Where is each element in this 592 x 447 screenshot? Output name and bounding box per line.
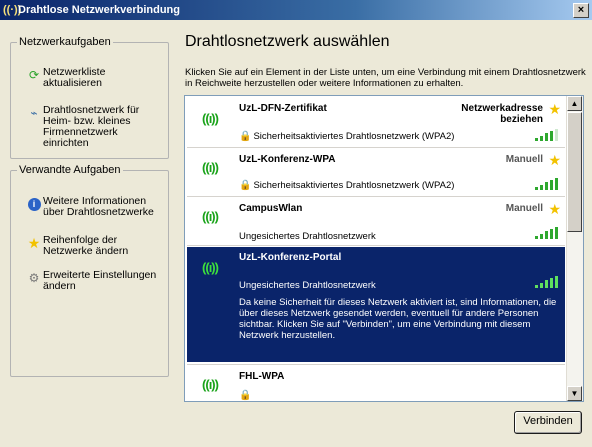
network-security: Sicherheitsaktiviertes Drahtlosnetzwerk … bbox=[253, 180, 455, 191]
close-button[interactable]: × bbox=[573, 3, 589, 18]
lock-icon: 🔒 bbox=[239, 390, 252, 401]
more-info-link[interactable]: i Weitere Informationen über Drahtlosnet… bbox=[25, 196, 165, 218]
scroll-down-button[interactable]: ▼ bbox=[567, 386, 582, 401]
star-icon: ★ bbox=[548, 101, 561, 117]
wireless-antenna-icon: ((ı)) bbox=[202, 160, 219, 175]
wireless-antenna-icon: ((ı)) bbox=[202, 260, 219, 275]
network-security-row: 🔒 Sicherheitsaktiviertes Drahtlosnetzwerk… bbox=[239, 180, 454, 191]
related-tasks-group: Verwandte Aufgaben i Weitere Information… bbox=[10, 163, 169, 377]
network-name: UzL-Konferenz-WPA bbox=[239, 154, 336, 165]
setup-wireless-network-link[interactable]: ⌁ Drahtlosnetzwerk für Heim- bzw. kleine… bbox=[25, 105, 165, 149]
change-order-link[interactable]: ★ Reihenfolge der Netzwerke ändern bbox=[25, 235, 165, 257]
window-title: Drahtlose Netzwerkverbindung bbox=[18, 4, 180, 16]
more-info-label: Weitere Informationen über Drahtlosnetzw… bbox=[43, 195, 154, 218]
network-security: Ungesichertes Drahtlosnetzwerk bbox=[239, 231, 376, 242]
network-item[interactable]: ((ı)) UzL-DFN-Zertifikat Netzwerkadresse… bbox=[187, 98, 565, 146]
refresh-network-list-label: Netzwerkliste aktualisieren bbox=[43, 66, 106, 89]
network-tasks-title: Netzwerkaufgaben bbox=[17, 35, 113, 49]
network-item[interactable]: ((ı)) CampusWlan Manuell ★ Ungesichertes… bbox=[187, 198, 565, 244]
connect-button[interactable]: Verbinden bbox=[514, 411, 582, 434]
signal-strength-icon bbox=[535, 227, 561, 239]
setup-wireless-network-label: Drahtlosnetzwerk für Heim- bzw. kleines … bbox=[43, 104, 140, 149]
list-separator bbox=[187, 147, 565, 148]
list-separator bbox=[187, 364, 565, 365]
instructions-text: Klicken Sie auf ein Element in der Liste… bbox=[185, 67, 586, 89]
network-item-selected[interactable]: ((ı)) UzL-Konferenz-Portal Ungesichertes… bbox=[187, 247, 565, 362]
network-name: CampusWlan bbox=[239, 203, 303, 214]
network-list[interactable]: ((ı)) UzL-DFN-Zertifikat Netzwerkadresse… bbox=[184, 95, 584, 402]
wireless-antenna-icon: ((ı)) bbox=[202, 111, 219, 126]
wireless-antenna-icon: ((ı)) bbox=[202, 377, 219, 392]
advanced-settings-link[interactable]: ⚙ Erweiterte Einstellungen ändern bbox=[25, 270, 165, 292]
star-icon: ★ bbox=[548, 201, 561, 217]
list-separator bbox=[187, 196, 565, 197]
network-name: UzL-Konferenz-Portal bbox=[239, 252, 342, 263]
signal-strength-icon bbox=[535, 178, 561, 190]
refresh-icon: ⟳ bbox=[28, 68, 40, 82]
settings-icon: ⚙ bbox=[28, 271, 40, 285]
wireless-setup-icon: ⌁ bbox=[30, 106, 38, 120]
network-status: Manuell bbox=[505, 154, 543, 165]
wireless-icon: ((·)) bbox=[3, 4, 22, 16]
list-scrollbar[interactable]: ▲ ▼ bbox=[566, 96, 583, 401]
network-name: UzL-DFN-Zertifikat bbox=[239, 103, 327, 114]
refresh-network-list-link[interactable]: ⟳ Netzwerkliste aktualisieren bbox=[25, 67, 165, 89]
star-icon: ★ bbox=[548, 152, 561, 168]
network-security: Sicherheitsaktiviertes Drahtlosnetzwerk … bbox=[253, 131, 455, 142]
network-name: FHL-WPA bbox=[239, 371, 285, 382]
task-sidebar: Netzwerkaufgaben ⟳ Netzwerkliste aktuali… bbox=[0, 20, 176, 447]
advanced-settings-label: Erweiterte Einstellungen ändern bbox=[43, 269, 157, 292]
scroll-thumb[interactable] bbox=[567, 112, 582, 232]
scroll-up-button[interactable]: ▲ bbox=[567, 96, 582, 111]
signal-strength-icon bbox=[535, 129, 561, 141]
network-security-row: 🔒 Sicherheitsaktiviertes Drahtlosnetzwerk… bbox=[239, 131, 454, 142]
signal-strength-icon bbox=[535, 276, 561, 288]
network-item[interactable]: ((ı)) FHL-WPA 🔒 bbox=[187, 366, 565, 401]
title-bar: ((·)) Drahtlose Netzwerkverbindung × bbox=[0, 0, 592, 20]
lock-icon: 🔒 bbox=[239, 131, 252, 142]
network-tasks-group: Netzwerkaufgaben ⟳ Netzwerkliste aktuali… bbox=[10, 35, 169, 159]
lock-icon: 🔒 bbox=[239, 180, 252, 191]
network-status: Manuell bbox=[505, 203, 543, 214]
main-panel: Drahtlosnetzwerk auswählen Klicken Sie a… bbox=[176, 20, 592, 447]
wireless-connection-window: ((·)) Drahtlose Netzwerkverbindung × Net… bbox=[0, 0, 592, 447]
star-icon: ★ bbox=[27, 235, 41, 251]
page-title: Drahtlosnetzwerk auswählen bbox=[185, 33, 390, 50]
network-info-text: Da keine Sicherheit für dieses Netzwerk … bbox=[239, 297, 557, 341]
info-icon: i bbox=[25, 196, 43, 212]
network-status: Netzwerkadresse beziehen bbox=[461, 103, 543, 125]
related-tasks-title: Verwandte Aufgaben bbox=[17, 163, 123, 177]
network-item[interactable]: ((ı)) UzL-Konferenz-WPA Manuell ★ 🔒 Siche… bbox=[187, 149, 565, 195]
list-separator bbox=[187, 245, 565, 246]
wireless-antenna-icon: ((ı)) bbox=[202, 209, 219, 224]
network-security: Ungesichertes Drahtlosnetzwerk bbox=[239, 280, 376, 291]
change-order-label: Reihenfolge der Netzwerke ändern bbox=[43, 234, 129, 257]
